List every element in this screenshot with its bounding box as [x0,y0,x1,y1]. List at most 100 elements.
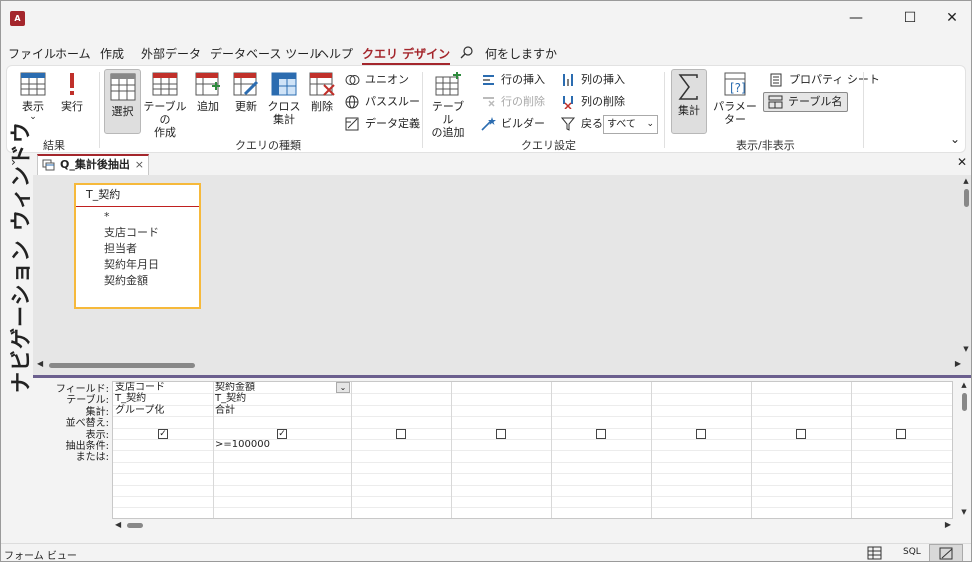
grid-cell-sort[interactable] [113,416,213,427]
sql-view-button[interactable]: SQL [903,547,921,557]
scrollbar-thumb[interactable] [127,523,143,528]
field-item[interactable]: 支店コード [76,225,199,241]
close-button[interactable]: ✕ [929,1,971,35]
grid-cell-or[interactable] [451,450,551,461]
tab-query[interactable]: Q_集計後抽出 × [37,154,149,175]
grid-cell-field[interactable] [851,382,951,393]
grid-cell-sort[interactable] [213,416,351,427]
grid-cell-table[interactable] [751,393,851,404]
grid-cell-sort[interactable] [751,416,851,427]
builder-button[interactable]: ビルダー [481,116,545,132]
field-dropdown-chevron-icon[interactable]: ⌄ [336,382,350,393]
grid-cell-field[interactable] [651,382,751,393]
show-checkbox[interactable] [496,428,506,439]
field-item[interactable]: 契約年月日 [76,257,199,273]
parameters-button[interactable]: [?] パラメーター [709,72,761,132]
close-document-icon[interactable]: ✕ [957,155,967,169]
union-button[interactable]: ユニオン [345,72,409,88]
navigation-pane[interactable]: › ナビゲーション ウィンドウ [1,121,33,543]
grid-cell-table[interactable]: T_契約 [213,393,351,404]
grid-cell-criteria[interactable]: >=100000 [213,439,351,450]
grid-cell-total[interactable] [451,405,551,416]
add-tables-button[interactable]: テーブル の追加 [427,72,469,139]
search-icon[interactable] [460,45,474,62]
scrollbar-thumb[interactable] [49,363,195,368]
grid-cell-total[interactable] [551,405,651,416]
field-item[interactable]: * [76,209,199,225]
grid-cell-total[interactable]: グループ化 [113,405,213,416]
grid-cell-field[interactable] [351,382,451,393]
scrollbar-thumb[interactable] [964,189,969,207]
field-list-t-contract[interactable]: T_契約 * 支店コード 担当者 契約年月日 契約金額 [74,183,201,309]
grid-cell-criteria[interactable] [551,439,651,450]
grid-cell-criteria[interactable] [451,439,551,450]
delete-rows-button[interactable]: 行の削除 [481,94,545,110]
grid-cell-table[interactable] [351,393,451,404]
grid-cell-total[interactable] [651,405,751,416]
menu-query-design[interactable]: クエリ デザイン [362,45,451,65]
grid-cell-sort[interactable] [551,416,651,427]
table-names-button[interactable]: テーブル名 [763,92,849,112]
grid-cell-or[interactable] [651,450,751,461]
field-item[interactable]: 担当者 [76,241,199,257]
grid-cell-or[interactable] [113,450,213,461]
grid-cell-total[interactable] [351,405,451,416]
grid-cell-criteria[interactable] [113,439,213,450]
grid-cell-sort[interactable] [351,416,451,427]
run-button[interactable]: 実行 [55,72,89,130]
grid-horizontal-scrollbar[interactable]: ◀ ▶ [113,520,953,531]
grid-vertical-scrollbar[interactable]: ▲ ▼ [959,381,969,519]
append-button[interactable]: 追加 [191,72,225,132]
minimize-button[interactable]: — [833,1,879,35]
totals-button[interactable]: 集計 [671,69,707,134]
grid-cell-field[interactable] [751,382,851,393]
maximize-button[interactable]: ☐ [887,1,933,35]
grid-cell-table[interactable] [551,393,651,404]
show-checkbox[interactable] [896,428,906,439]
menu-database-tools[interactable]: データベース ツール [210,45,321,62]
menu-create[interactable]: 作成 [100,45,124,62]
crosstab-button[interactable]: クロス 集計 [267,72,301,132]
insert-columns-button[interactable]: 列の挿入 [561,72,625,88]
grid-cell-sort[interactable] [851,416,951,427]
grid-cell-field[interactable] [451,382,551,393]
passthrough-button[interactable]: パススルー [345,94,420,110]
delete-query-button[interactable]: 削除 [305,72,339,132]
field-item[interactable]: 契約金額 [76,273,199,289]
menu-file[interactable]: ファイル [8,45,56,62]
grid-cell-or[interactable] [551,450,651,461]
grid-cell-criteria[interactable] [651,439,751,450]
horizontal-scrollbar[interactable]: ◀ ▶ [35,359,961,371]
grid-cell-or[interactable] [851,450,951,461]
show-checkbox[interactable]: ✓ [158,428,168,439]
grid-cell-or[interactable] [351,450,451,461]
grid-cell-table[interactable]: T_契約 [113,393,213,404]
return-select[interactable]: すべて ⌄ [603,115,658,134]
field-list-title[interactable]: T_契約 [76,185,199,207]
grid-cell-criteria[interactable] [351,439,451,450]
close-tab-icon[interactable]: × [135,156,144,174]
grid-cell-table[interactable] [651,393,751,404]
menu-external-data[interactable]: 外部データ [141,45,201,62]
grid-cell-table[interactable] [851,393,951,404]
show-checkbox[interactable] [796,428,806,439]
query-design-grid[interactable]: 支店コード T_契約 グループ化 ✓ 契約金額 T_契約 合計 ✓ >=100000 ⌄ [112,381,953,519]
show-checkbox[interactable]: ✓ [277,428,287,439]
access-app-icon[interactable]: A [10,11,25,26]
data-definition-button[interactable]: データ定義 [345,116,420,132]
grid-cell-sort[interactable] [451,416,551,427]
grid-cell-total[interactable] [851,405,951,416]
scrollbar-thumb[interactable] [962,393,967,411]
vertical-scrollbar[interactable]: ▲ ▼ [961,177,971,355]
update-button[interactable]: 更新 [229,72,263,132]
grid-cell-total[interactable] [751,405,851,416]
design-view-button[interactable] [929,544,963,561]
show-checkbox[interactable] [396,428,406,439]
make-table-button[interactable]: テーブルの 作成 [143,72,187,139]
table-pane[interactable]: T_契約 * 支店コード 担当者 契約年月日 契約金額 ▲ ▼ ◀ ▶ [33,175,971,375]
menu-help[interactable]: ヘルプ [317,45,353,62]
tell-me-search[interactable]: 何をしますか [485,45,557,62]
insert-rows-button[interactable]: 行の挿入 [481,72,545,88]
grid-cell-table[interactable] [451,393,551,404]
grid-cell-field[interactable] [551,382,651,393]
